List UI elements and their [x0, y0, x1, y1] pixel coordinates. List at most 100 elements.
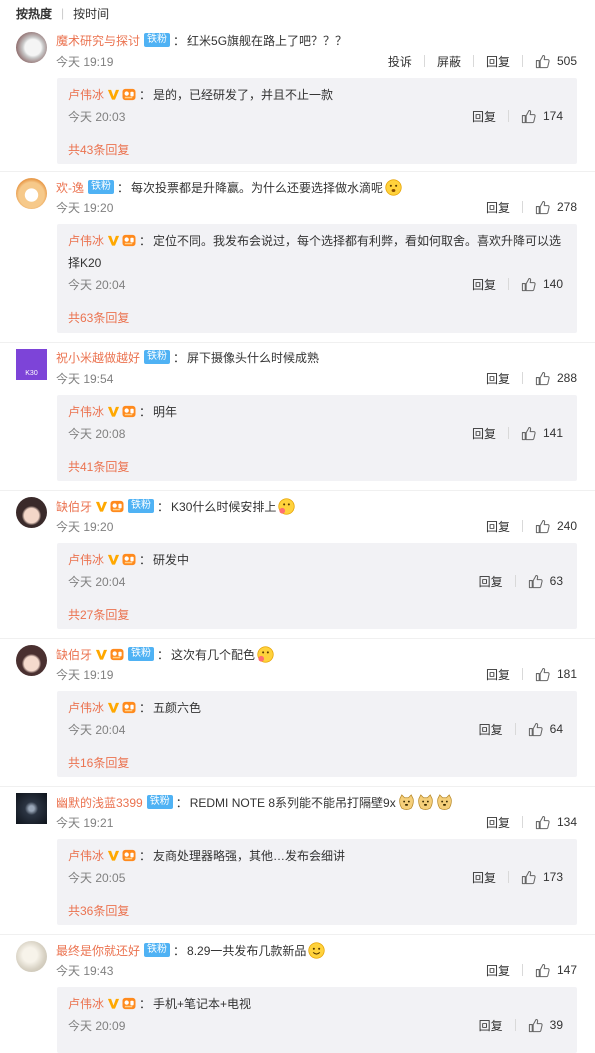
reply-button[interactable]: 回复 [472, 108, 496, 125]
comment-time: 今天 19:19 [56, 54, 114, 69]
sort-by-hot[interactable]: 按热度 [16, 5, 52, 22]
like-button[interactable]: 505 [535, 54, 577, 69]
avatar-label: K30 [25, 370, 38, 377]
like-button[interactable]: 64 [528, 722, 563, 737]
thumb-up-icon [521, 109, 536, 124]
reply-box: 卢伟冰 ： 友商处理器略强，其他…发布会细讲 今天 20:05 回复 173 共… [57, 839, 577, 925]
report-button[interactable]: 投诉 [388, 53, 412, 70]
reply-box: 卢伟冰 ： 是的，已经研发了，并且不止一款 今天 20:03 回复 174 共4… [57, 78, 577, 164]
reply-text: 定位不同。我发布会说过，每个选择都有利弊，看如何取舍。喜欢升降可以选 [153, 233, 562, 248]
like-button[interactable]: 141 [521, 426, 563, 441]
divider [521, 55, 523, 67]
reply-username[interactable]: 卢伟冰 [68, 86, 104, 103]
comment-item: 缺伯牙 铁粉 ： K30什么时候安排上 今天 19:20 回复 240 卢伟冰 … [0, 491, 595, 639]
like-button[interactable]: 39 [528, 1018, 563, 1033]
thumb-up-icon [535, 200, 550, 215]
reply-button[interactable]: 回复 [486, 814, 510, 831]
level-icon [110, 648, 124, 661]
divider [521, 372, 523, 384]
reply-button[interactable]: 回复 [472, 425, 496, 442]
thumb-up-icon [535, 963, 550, 978]
colon: ： [139, 848, 152, 863]
doge-emoji-icon [436, 794, 453, 811]
reply-button[interactable]: 回复 [486, 962, 510, 979]
think-emoji-icon [257, 646, 274, 663]
like-button[interactable]: 134 [535, 815, 577, 830]
like-button[interactable]: 174 [521, 109, 563, 124]
reply-text: 手机+笔记本+电视 [153, 996, 252, 1011]
wonder-emoji-icon [385, 179, 402, 196]
like-button[interactable]: 181 [535, 667, 577, 682]
reply-text: 是的，已经研发了，并且不止一款 [153, 87, 334, 102]
divider [514, 1019, 516, 1031]
like-button[interactable]: 288 [535, 371, 577, 386]
like-count: 173 [542, 870, 563, 884]
username[interactable]: 祝小米越做越好 [56, 349, 140, 366]
avatar[interactable] [16, 645, 47, 676]
divider [507, 110, 509, 122]
more-replies-link[interactable]: 共16条回复 [68, 754, 129, 771]
reply-button[interactable]: 回复 [486, 199, 510, 216]
username[interactable]: 缺伯牙 [56, 646, 92, 663]
verified-v-icon [107, 849, 120, 862]
colon: ： [173, 943, 186, 958]
like-count: 39 [549, 1018, 563, 1032]
reply-username[interactable]: 卢伟冰 [68, 995, 104, 1012]
comment-text: 红米5G旗舰在路上了吧？？？ [187, 33, 348, 48]
avatar[interactable] [16, 941, 47, 972]
like-button[interactable]: 240 [535, 519, 577, 534]
like-button[interactable]: 173 [521, 870, 563, 885]
reply-username[interactable]: 卢伟冰 [68, 699, 104, 716]
reply-button[interactable]: 回复 [479, 721, 503, 738]
reply-button[interactable]: 回复 [486, 666, 510, 683]
username[interactable]: 魔术研究与探讨 [56, 32, 140, 49]
reply-username[interactable]: 卢伟冰 [68, 551, 104, 568]
more-replies-link[interactable]: 共36条回复 [68, 902, 129, 919]
comment-item: 幽默的浅蓝3399 铁粉 ： REDMI NOTE 8系列能不能吊打隔壁9x 今… [0, 787, 595, 935]
like-button[interactable]: 278 [535, 200, 577, 215]
avatar[interactable]: K30 [16, 349, 47, 380]
like-count: 63 [549, 574, 563, 588]
more-replies-link[interactable]: 共63条回复 [68, 309, 129, 326]
comment-item: 魔术研究与探讨 铁粉 ： 红米5G旗舰在路上了吧？？？ 今天 19:19 投诉 … [0, 26, 595, 172]
reply-username[interactable]: 卢伟冰 [68, 847, 104, 864]
reply-button[interactable]: 回复 [486, 53, 510, 70]
fan-badge: 铁粉 [144, 33, 171, 47]
reply-username[interactable]: 卢伟冰 [68, 403, 104, 420]
like-button[interactable]: 63 [528, 574, 563, 589]
username[interactable]: 最终是你就还好 [56, 942, 140, 959]
like-button[interactable]: 140 [521, 277, 563, 292]
avatar[interactable] [16, 32, 47, 63]
reply-button[interactable]: 回复 [479, 573, 503, 590]
colon: ： [173, 350, 186, 365]
avatar[interactable] [16, 178, 47, 209]
reply-text: 研发中 [153, 552, 190, 567]
divider [521, 201, 523, 213]
like-count: 64 [549, 722, 563, 736]
username[interactable]: 欢-逸 [56, 179, 84, 196]
reply-box: 卢伟冰 ： 五颜六色 今天 20:04 回复 64 共16条回复 [57, 691, 577, 777]
username[interactable]: 缺伯牙 [56, 498, 92, 515]
username[interactable]: 幽默的浅蓝3399 [56, 794, 143, 811]
reply-time: 今天 20:04 [68, 722, 126, 737]
avatar[interactable] [16, 793, 47, 824]
more-replies-link[interactable]: 共43条回复 [68, 141, 129, 158]
reply-button[interactable]: 回复 [472, 869, 496, 886]
reply-button[interactable]: 回复 [486, 370, 510, 387]
thumb-up-icon [521, 277, 536, 292]
avatar[interactable] [16, 497, 47, 528]
fan-badge: 铁粉 [144, 350, 171, 364]
block-button[interactable]: 屏蔽 [437, 53, 461, 70]
sort-by-time[interactable]: 按时间 [73, 5, 109, 22]
reply-username[interactable]: 卢伟冰 [68, 232, 104, 249]
more-replies-link[interactable]: 共41条回复 [68, 458, 129, 475]
smile-emoji-icon [308, 942, 325, 959]
like-button[interactable]: 147 [535, 963, 577, 978]
fan-badge: 铁粉 [144, 943, 171, 957]
sort-bar: 按热度 | 按时间 [0, 0, 595, 26]
reply-text: 明年 [153, 404, 178, 419]
more-replies-link[interactable]: 共27条回复 [68, 606, 129, 623]
reply-button[interactable]: 回复 [472, 276, 496, 293]
reply-button[interactable]: 回复 [479, 1017, 503, 1034]
reply-button[interactable]: 回复 [486, 518, 510, 535]
